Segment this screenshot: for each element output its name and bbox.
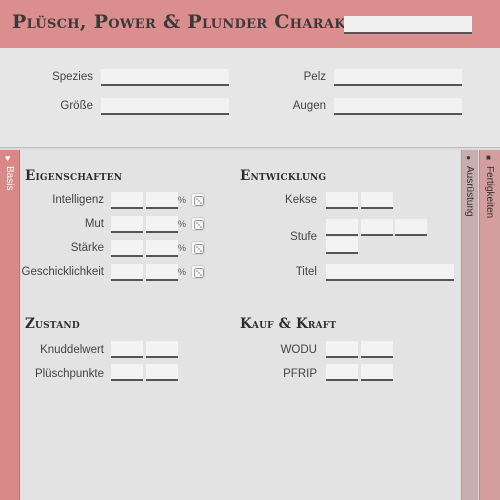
staerke-percent-input[interactable] xyxy=(146,240,178,257)
knuddelwert-label: Knuddelwert xyxy=(40,344,104,356)
dice-button[interactable] xyxy=(191,193,205,207)
percent-sign: % xyxy=(178,243,187,253)
shield-icon: ● xyxy=(466,153,471,162)
pelz-label: Pelz xyxy=(303,71,326,83)
main-panel: Eigenschaften Intelligenz % Mut % Stärke… xyxy=(21,150,460,500)
stufe-input-4[interactable] xyxy=(326,237,358,254)
titel-label: Titel xyxy=(295,266,317,278)
mut-value-input[interactable] xyxy=(111,216,143,233)
percent-sign: % xyxy=(178,195,187,205)
stufe-input-3[interactable] xyxy=(395,219,427,236)
kauf-kraft-heading: Kauf & Kraft xyxy=(240,316,337,332)
geschicklichkeit-percent-input[interactable] xyxy=(146,264,178,281)
dice-icon xyxy=(194,268,204,278)
pfrip-input-2[interactable] xyxy=(361,364,393,381)
mut-label: Mut xyxy=(84,218,104,230)
augen-label: Augen xyxy=(292,100,326,112)
mut-percent-input[interactable] xyxy=(146,216,178,233)
percent-sign: % xyxy=(178,267,187,277)
heart-icon: ♥ xyxy=(5,153,11,163)
dice-button[interactable] xyxy=(191,217,205,231)
intelligenz-percent-input[interactable] xyxy=(146,192,178,209)
pfrip-input-1[interactable] xyxy=(326,364,358,381)
wodu-input-2[interactable] xyxy=(361,341,393,358)
knuddelwert-input-1[interactable] xyxy=(111,341,143,358)
percent-sign: % xyxy=(178,219,187,229)
tab-ausruestung-label: Ausrüstung xyxy=(464,166,475,217)
wodu-input-1[interactable] xyxy=(326,341,358,358)
kekse-label: Kekse xyxy=(285,194,317,206)
stufe-label: Stufe xyxy=(290,231,317,243)
dice-button[interactable] xyxy=(191,265,205,279)
tab-fertigkeiten-label: Fertigkeiten xyxy=(484,166,495,219)
pluschpunkte-input-2[interactable] xyxy=(146,364,178,381)
dice-icon xyxy=(194,196,204,206)
entwicklung-heading: Entwicklung xyxy=(240,168,327,184)
dice-button[interactable] xyxy=(191,241,205,255)
stufe-input-2[interactable] xyxy=(361,219,393,236)
dice-icon xyxy=(194,220,204,230)
geschicklichkeit-value-input[interactable] xyxy=(111,264,143,281)
dice-icon xyxy=(194,244,204,254)
stufe-input-1[interactable] xyxy=(326,219,358,236)
character-sheet: Plüsch, Power & Plunder Charakter von Sp… xyxy=(0,0,500,500)
staerke-label: Stärke xyxy=(70,242,104,254)
pluschpunkte-input-1[interactable] xyxy=(111,364,143,381)
titel-input[interactable] xyxy=(326,264,454,281)
character-name-input[interactable] xyxy=(344,16,472,34)
pfrip-label: PFRIP xyxy=(283,368,317,380)
pluschpunkte-label: Plüschpunkte xyxy=(34,368,104,380)
square-icon: ■ xyxy=(486,153,491,162)
intelligenz-label: Intelligenz xyxy=(52,194,104,206)
basics-panel: Spezies Größe Pelz Augen xyxy=(0,48,500,148)
groesse-label: Größe xyxy=(60,100,93,112)
kekse-input-2[interactable] xyxy=(361,192,393,209)
wodu-label: WODU xyxy=(280,344,317,356)
tab-basis[interactable] xyxy=(0,150,20,500)
eigenschaften-heading: Eigenschaften xyxy=(25,168,123,184)
spezies-input[interactable] xyxy=(101,69,229,86)
geschicklichkeit-label: Geschicklichkeit xyxy=(21,266,104,278)
groesse-input[interactable] xyxy=(101,98,229,115)
kekse-input-1[interactable] xyxy=(326,192,358,209)
zustand-heading: Zustand xyxy=(25,316,80,332)
staerke-value-input[interactable] xyxy=(111,240,143,257)
title-bar: Plüsch, Power & Plunder Charakter von xyxy=(0,0,500,48)
knuddelwert-input-2[interactable] xyxy=(146,341,178,358)
spezies-label: Spezies xyxy=(52,71,93,83)
augen-input[interactable] xyxy=(334,98,462,115)
pelz-input[interactable] xyxy=(334,69,462,86)
tab-basis-label: Basis xyxy=(4,166,15,191)
intelligenz-value-input[interactable] xyxy=(111,192,143,209)
